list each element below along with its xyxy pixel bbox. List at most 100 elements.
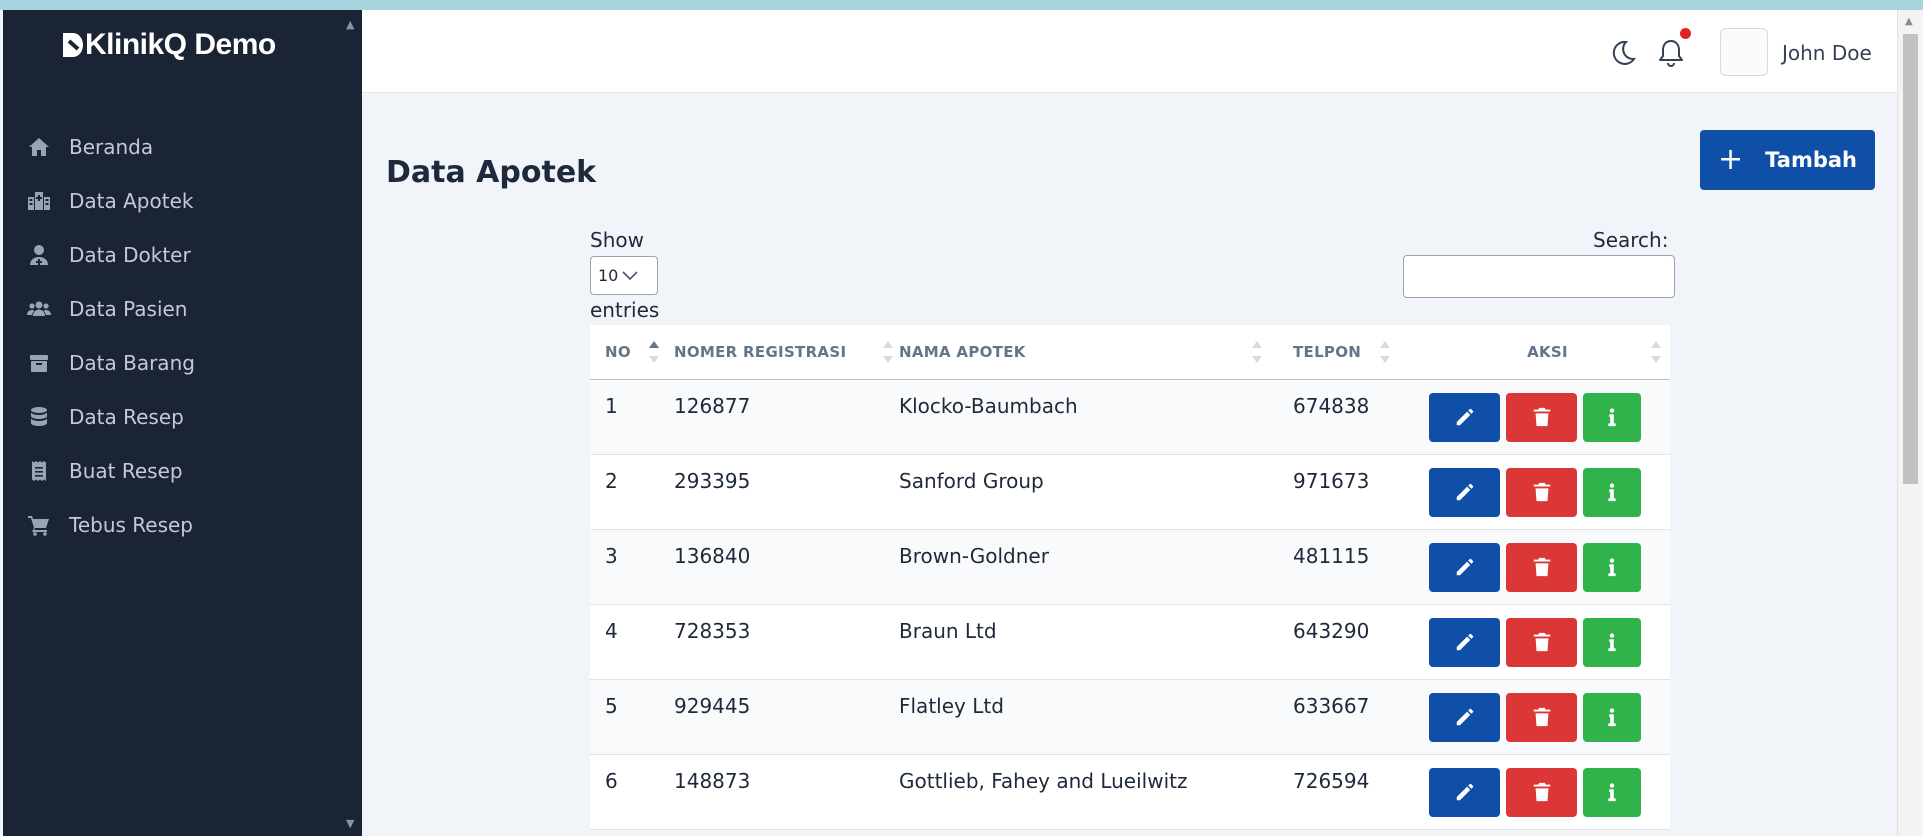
top-header: John Doe xyxy=(362,10,1897,93)
cell-telpon: 971673 xyxy=(1293,469,1370,493)
edit-button[interactable] xyxy=(1429,392,1500,442)
sidebar-item-tebus-resep[interactable]: Tebus Resep xyxy=(3,498,362,552)
col-header-nomer-registrasi[interactable]: NOMER REGISTRASI xyxy=(674,325,899,380)
cell-aksi xyxy=(1425,755,1670,829)
entries-select[interactable]: 10 xyxy=(590,256,658,295)
delete-button[interactable] xyxy=(1506,767,1577,817)
sidebar-item-data-barang[interactable]: Data Barang xyxy=(3,336,362,390)
cell-no: 1 xyxy=(605,394,618,418)
info-button[interactable] xyxy=(1583,617,1641,667)
col-header-aksi[interactable]: AKSI xyxy=(1425,325,1670,380)
info-button[interactable] xyxy=(1583,692,1641,742)
notification-bell-icon[interactable] xyxy=(1656,37,1686,69)
info-icon xyxy=(1608,408,1616,427)
col-header-telpon[interactable]: TELPON xyxy=(1293,325,1425,380)
notification-indicator xyxy=(1680,28,1691,39)
pencil-icon xyxy=(1456,558,1473,576)
delete-button[interactable] xyxy=(1506,542,1577,592)
window-top-border xyxy=(0,0,1923,10)
info-icon xyxy=(1608,708,1616,727)
cell-reg: 929445 xyxy=(674,694,751,718)
cell-nama: Gottlieb, Fahey and Lueilwitz xyxy=(899,769,1188,793)
sidebar-item-label: Data Dokter xyxy=(69,243,191,267)
edit-button[interactable] xyxy=(1429,542,1500,592)
scrollbar-thumb[interactable] xyxy=(1903,34,1918,484)
info-button[interactable] xyxy=(1583,767,1641,817)
search-input[interactable] xyxy=(1403,255,1675,298)
sidebar-item-data-dokter[interactable]: Data Dokter xyxy=(3,228,362,282)
cell-no: 5 xyxy=(605,694,618,718)
edit-button[interactable] xyxy=(1429,467,1500,517)
logo-icon xyxy=(63,33,83,57)
delete-button[interactable] xyxy=(1506,392,1577,442)
sidebar-item-label: Data Barang xyxy=(69,351,195,375)
cell-reg: 136840 xyxy=(674,544,751,568)
entries-select-value: 10 xyxy=(598,266,619,285)
cell-telpon: 643290 xyxy=(1293,619,1370,643)
user-name[interactable]: John Doe xyxy=(1782,41,1872,65)
cell-reg: 293395 xyxy=(674,469,751,493)
col-header-nama-apotek[interactable]: NAMA APOTEK xyxy=(899,325,1293,380)
sidebar-scroll-up-icon[interactable]: ▲ xyxy=(346,18,354,31)
cell-reg: 126877 xyxy=(674,394,751,418)
cell-telpon: 674838 xyxy=(1293,394,1370,418)
page-title: Data Apotek xyxy=(386,155,597,190)
trash-icon xyxy=(1533,632,1550,652)
apotek-table: NO NOMER REGISTRASI NAMA APOTEK TELPON A… xyxy=(590,325,1670,830)
dark-mode-toggle-icon[interactable] xyxy=(1607,38,1637,68)
avatar[interactable] xyxy=(1720,28,1768,76)
page-scrollbar[interactable]: ▲ xyxy=(1897,10,1923,836)
sidebar-item-beranda[interactable]: Beranda xyxy=(3,120,362,174)
pencil-icon xyxy=(1456,408,1473,426)
cell-aksi xyxy=(1425,380,1670,454)
cell-nama: Braun Ltd xyxy=(899,619,997,643)
sidebar-item-label: Data Resep xyxy=(69,405,184,429)
trash-icon xyxy=(1533,557,1550,577)
plus-icon: + xyxy=(1718,142,1744,177)
cell-nama: Sanford Group xyxy=(899,469,1044,493)
col-header-label: NO xyxy=(605,343,631,361)
info-button[interactable] xyxy=(1583,542,1641,592)
cell-nama: Brown-Goldner xyxy=(899,544,1049,568)
cell-aksi xyxy=(1425,530,1670,604)
info-icon xyxy=(1608,558,1616,577)
table-row: 1 126877 Klocko-Baumbach 674838 xyxy=(590,380,1670,455)
search-label: Search: xyxy=(1593,228,1669,252)
home-icon xyxy=(25,133,53,161)
delete-button[interactable] xyxy=(1506,467,1577,517)
pencil-icon xyxy=(1456,483,1473,501)
info-button[interactable] xyxy=(1583,467,1641,517)
sidebar-item-data-pasien[interactable]: Data Pasien xyxy=(3,282,362,336)
sidebar-item-data-resep[interactable]: Data Resep xyxy=(3,390,362,444)
scroll-up-icon[interactable]: ▲ xyxy=(1905,16,1913,27)
sort-icon xyxy=(883,340,893,363)
add-button[interactable]: + Tambah xyxy=(1700,130,1875,190)
sidebar-item-label: Beranda xyxy=(69,135,154,159)
sidebar-item-label: Buat Resep xyxy=(69,459,183,483)
table-row: 6 148873 Gottlieb, Fahey and Lueilwitz 7… xyxy=(590,755,1670,830)
box-icon xyxy=(25,349,53,377)
edit-button[interactable] xyxy=(1429,617,1500,667)
brand-logo[interactable]: KlinikQ Demo xyxy=(62,28,276,62)
col-header-label: NOMER REGISTRASI xyxy=(674,343,847,361)
sidebar-item-data-apotek[interactable]: Data Apotek xyxy=(3,174,362,228)
chevron-down-icon xyxy=(622,270,638,280)
trash-icon xyxy=(1533,482,1550,502)
sidebar-menu: Beranda Data Apotek Data Dokter Data Pas… xyxy=(3,120,362,552)
cell-telpon: 633667 xyxy=(1293,694,1370,718)
table-row: 4 728353 Braun Ltd 643290 xyxy=(590,605,1670,680)
sidebar-scroll-down-icon[interactable]: ▼ xyxy=(346,817,354,830)
delete-button[interactable] xyxy=(1506,692,1577,742)
info-button[interactable] xyxy=(1583,392,1641,442)
trash-icon xyxy=(1533,407,1550,427)
delete-button[interactable] xyxy=(1506,617,1577,667)
sort-asc-icon xyxy=(649,340,659,363)
doctor-icon xyxy=(25,241,53,269)
edit-button[interactable] xyxy=(1429,767,1500,817)
col-header-no[interactable]: NO xyxy=(590,325,674,380)
edit-button[interactable] xyxy=(1429,692,1500,742)
cart-icon xyxy=(25,511,53,539)
sort-icon xyxy=(1252,340,1262,363)
sort-icon xyxy=(1651,340,1661,363)
sidebar-item-buat-resep[interactable]: Buat Resep xyxy=(3,444,362,498)
